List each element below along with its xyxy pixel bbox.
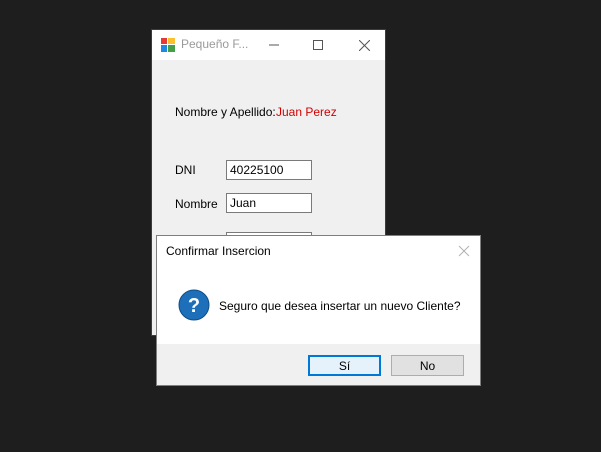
dialog-title: Confirmar Insercion [166, 244, 271, 258]
maximize-button[interactable] [296, 30, 340, 60]
dialog-button-bar: Sí No [157, 344, 480, 385]
dni-input[interactable]: 40225100 [226, 160, 312, 180]
nombre-input-value: Juan [230, 196, 257, 210]
app-form-icon [161, 38, 175, 52]
dialog-message: Seguro que desea insertar un nuevo Clien… [219, 299, 461, 313]
main-window-titlebar[interactable]: Pequeño F... [152, 30, 385, 60]
close-icon [358, 39, 370, 51]
svg-text:?: ? [188, 295, 200, 317]
nombre-label: Nombre [175, 197, 218, 211]
no-button[interactable]: No [391, 355, 464, 376]
maximize-icon [313, 40, 323, 50]
no-button-label: No [419, 358, 436, 373]
close-button[interactable] [342, 30, 386, 60]
dialog-close-icon[interactable] [457, 244, 471, 258]
nombre-apellido-label: Nombre y Apellido: [175, 105, 276, 119]
dni-label: DNI [175, 163, 196, 177]
nombre-input[interactable]: Juan [226, 193, 312, 213]
question-icon: ? [178, 289, 210, 321]
yes-button-label: Sí [338, 358, 351, 373]
confirm-insert-dialog: Confirmar Insercion ? Seguro que desea i… [156, 235, 481, 386]
nombre-apellido-value: Juan Perez [276, 105, 337, 119]
minimize-button[interactable] [252, 30, 296, 60]
minimize-icon [269, 44, 279, 46]
yes-button[interactable]: Sí [308, 355, 381, 376]
main-window-title: Pequeño F... [181, 37, 249, 51]
